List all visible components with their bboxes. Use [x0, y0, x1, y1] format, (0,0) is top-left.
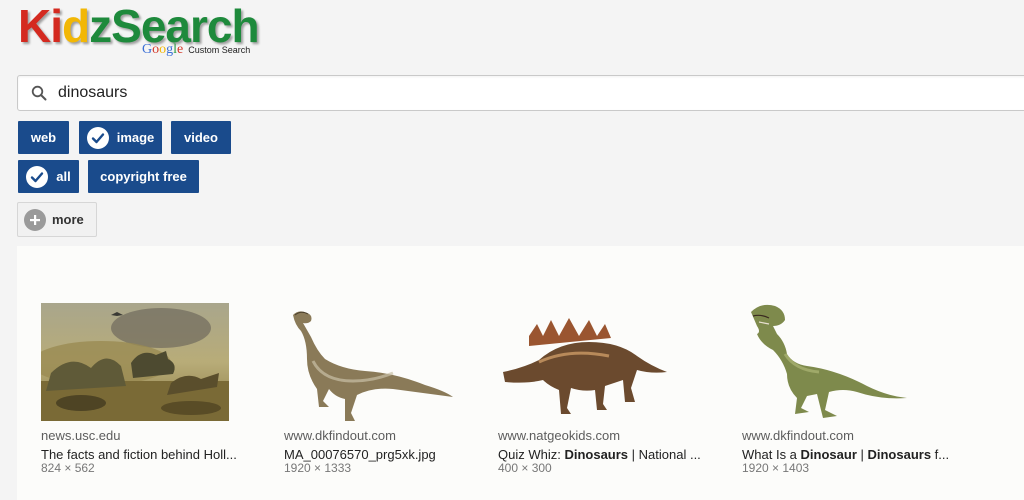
filter-image-label: image — [116, 130, 155, 145]
result-thumbnail[interactable] — [499, 316, 671, 424]
plus-icon — [24, 208, 46, 231]
result-domain[interactable]: news.usc.edu — [41, 428, 121, 443]
result-dimensions: 1920 × 1333 — [284, 461, 352, 475]
filter-web-button[interactable]: web — [18, 121, 69, 154]
result-dimensions: 824 × 562 — [41, 461, 95, 475]
result-domain[interactable]: www.dkfindout.com — [742, 428, 854, 443]
checkmark-icon — [26, 165, 49, 188]
filter-copyright-free-label: copyright free — [100, 169, 187, 184]
result-thumbnail[interactable] — [745, 300, 917, 422]
result-domain[interactable]: www.natgeokids.com — [498, 428, 620, 443]
image-results-panel: news.usc.edu The facts and fiction behin… — [17, 246, 1024, 500]
powered-by-google: Google Custom Search — [142, 42, 250, 58]
filter-all-label: all — [56, 169, 71, 184]
result-thumbnail[interactable] — [41, 303, 229, 421]
result-domain[interactable]: www.dkfindout.com — [284, 428, 396, 443]
result-thumbnail[interactable] — [283, 301, 465, 421]
custom-search-tagline: Custom Search — [188, 45, 251, 55]
result-dimensions: 1920 × 1403 — [742, 461, 810, 475]
result-title[interactable]: MA_00076570_prg5xk.jpg — [284, 447, 436, 462]
result-title[interactable]: The facts and fiction behind Holl... — [41, 447, 237, 462]
filter-copyright-free-button[interactable]: copyright free — [88, 160, 199, 193]
filter-all-button[interactable]: all — [18, 160, 79, 193]
filter-video-button[interactable]: video — [171, 121, 231, 154]
search-icon[interactable] — [24, 76, 54, 110]
filter-video-label: video — [184, 130, 218, 145]
google-wordmark: Google — [142, 42, 184, 57]
more-options-button[interactable]: more — [17, 202, 97, 237]
filter-image-button[interactable]: image — [79, 121, 162, 154]
filter-web-label: web — [30, 130, 57, 145]
result-title[interactable]: What Is a Dinosaur | Dinosaurs f... — [742, 447, 949, 462]
result-title[interactable]: Quiz Whiz: Dinosaurs | National ... — [498, 447, 701, 462]
search-bar[interactable] — [17, 75, 1024, 111]
search-input[interactable] — [54, 78, 954, 108]
checkmark-icon — [86, 126, 109, 149]
result-dimensions: 400 × 300 — [498, 461, 552, 475]
more-label: more — [52, 212, 84, 227]
